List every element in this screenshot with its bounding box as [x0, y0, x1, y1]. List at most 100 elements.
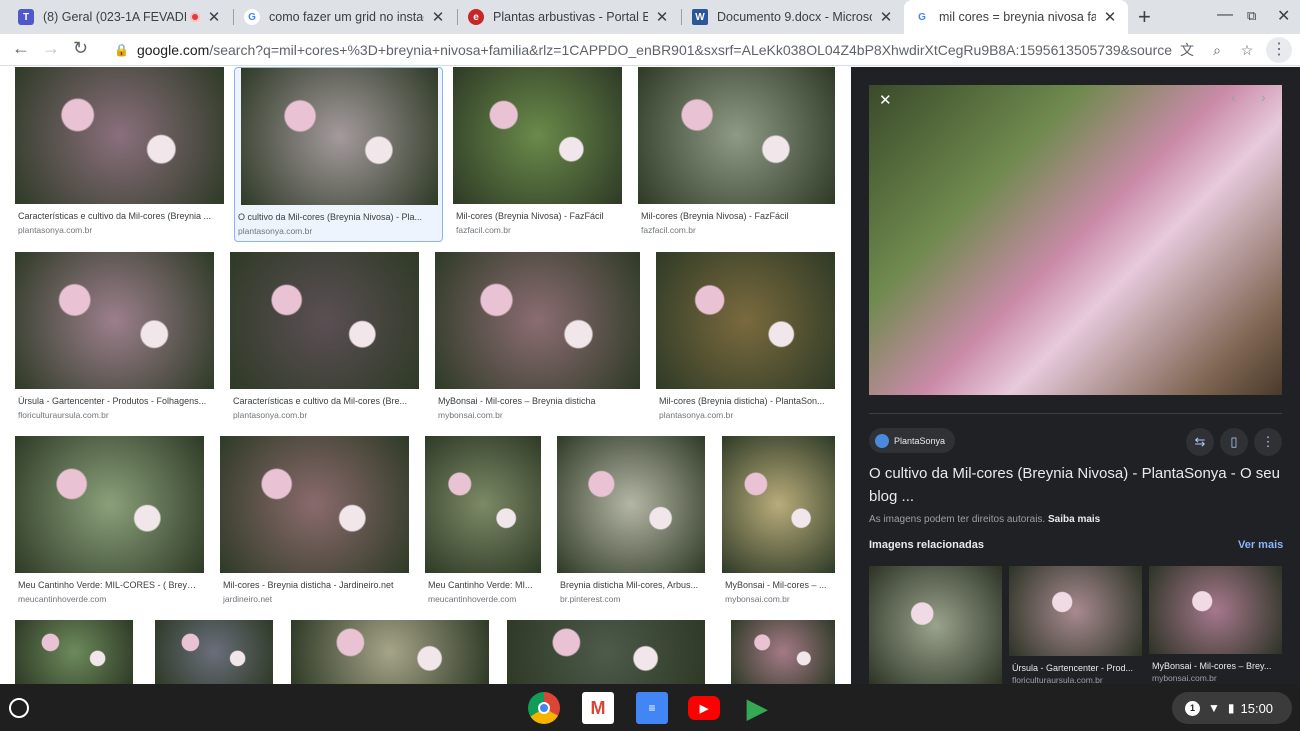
result-title[interactable]: Mil-cores (Breynia Nivosa) - FazFácil	[641, 211, 832, 221]
share-icon[interactable]: ⇆	[1186, 428, 1214, 456]
result-title[interactable]: Mil-cores (Breynia Nivosa) - FazFácil	[456, 211, 619, 221]
forward-icon[interactable]: →	[42, 38, 60, 59]
result-title[interactable]: Características e cultivo da Mil-cores (…	[18, 211, 221, 221]
result-thumbnail[interactable]	[425, 436, 541, 573]
result-thumbnail[interactable]	[155, 620, 273, 684]
related-thumbnail[interactable]	[1009, 566, 1142, 656]
related-image-card[interactable]: MyBonsai - Mil-cores – Brey... mybonsai.c…	[1149, 566, 1282, 684]
close-tab-icon[interactable]: ✕	[1102, 8, 1118, 26]
youtube-icon[interactable]: ▶	[688, 696, 720, 720]
image-result-card[interactable]: Meu Cantinho Verde: MIL-CORES - ( Breyni…	[15, 436, 204, 609]
image-result-card[interactable]: Úrsula - Gartencenter - Produtos - Folha…	[15, 252, 214, 425]
translate-icon[interactable]: 文	[1172, 40, 1202, 60]
image-result-card[interactable]: Características e cultivo da Mil-cores (…	[230, 252, 419, 425]
preview-image[interactable]	[869, 85, 1282, 395]
result-thumbnail[interactable]	[15, 67, 224, 204]
source-chip[interactable]: PlantaSonya	[869, 428, 956, 453]
close-tab-icon[interactable]: ✕	[206, 8, 222, 26]
browser-menu-icon[interactable]: ⋮	[1266, 37, 1292, 63]
related-title[interactable]: MyBonsai - Mil-cores – Brey...	[1152, 661, 1281, 671]
result-thumbnail[interactable]	[241, 68, 438, 205]
result-thumbnail[interactable]	[15, 620, 133, 684]
image-result-card[interactable]: Mil-cores (Breynia Nivosa) - FazFácil faz…	[638, 67, 835, 240]
tab-plantas[interactable]: e Plantas arbustivas - Portal Edu ✕	[458, 0, 680, 34]
related-image-card[interactable]: Úrsula - Gartencenter - Prod... floricult…	[1009, 566, 1142, 684]
result-thumbnail[interactable]	[435, 252, 640, 389]
launcher-icon[interactable]	[9, 698, 29, 718]
next-image-icon[interactable]: ›	[1261, 89, 1266, 105]
related-image-card[interactable]	[869, 566, 1002, 684]
see-more-link[interactable]: Ver mais	[1238, 539, 1283, 551]
result-thumbnail[interactable]	[656, 252, 835, 389]
result-thumbnail[interactable]	[230, 252, 419, 389]
result-thumbnail[interactable]	[638, 67, 835, 204]
related-title[interactable]: Úrsula - Gartencenter - Prod...	[1012, 663, 1141, 673]
preview-title[interactable]: O cultivo da Mil-cores (Breynia Nivosa) …	[869, 462, 1289, 508]
result-thumbnail[interactable]	[220, 436, 409, 573]
result-thumbnail[interactable]	[291, 620, 489, 684]
image-result-card[interactable]: Breynia disticha Mil-cores, Arbus... br.p…	[557, 436, 705, 609]
result-title[interactable]: MyBonsai - Mil-cores – ...	[725, 580, 832, 590]
gmail-icon[interactable]: M	[582, 692, 614, 724]
chrome-icon[interactable]	[528, 692, 560, 724]
restore-icon[interactable]: ⧉	[1247, 8, 1256, 24]
image-result-card[interactable]: Características e cultivo da Mil-cores (…	[15, 67, 224, 240]
bookmark-star-icon[interactable]: ☆	[1232, 42, 1262, 59]
tab-active-search[interactable]: G mil cores = breynia nivosa famil ✕	[904, 0, 1128, 34]
save-bookmark-icon[interactable]: ▯	[1220, 428, 1248, 456]
result-thumbnail[interactable]	[15, 252, 214, 389]
image-result-card[interactable]	[291, 620, 489, 684]
result-title[interactable]: Mil-cores (Breynia disticha) - PlantaSon…	[659, 396, 832, 406]
result-title[interactable]: Meu Cantinho Verde: MI...	[428, 580, 538, 590]
status-tray[interactable]: 1 ▼ ▮ 15:00	[1172, 692, 1292, 724]
previous-image-icon[interactable]: ‹	[1231, 89, 1236, 105]
zoom-icon[interactable]: ⌕	[1202, 42, 1232, 59]
result-title[interactable]: O cultivo da Mil-cores (Breynia Nivosa) …	[238, 212, 441, 222]
more-options-icon[interactable]: ⋮	[1254, 428, 1282, 456]
reload-icon[interactable]: ↻	[73, 38, 88, 59]
docs-icon[interactable]: ≡	[636, 692, 668, 724]
result-title[interactable]: Meu Cantinho Verde: MIL-CORES - ( Breyni…	[18, 580, 201, 590]
image-result-card[interactable]	[15, 620, 133, 684]
result-thumbnail[interactable]	[722, 436, 835, 573]
tab-teams[interactable]: T (8) Geral (023-1A FEVADI | C ✕	[8, 0, 232, 34]
image-result-card[interactable]: O cultivo da Mil-cores (Breynia Nivosa) …	[234, 67, 443, 242]
image-result-card[interactable]: MyBonsai - Mil-cores – ... mybonsai.com.b…	[722, 436, 835, 609]
result-thumbnail[interactable]	[557, 436, 705, 573]
close-preview-icon[interactable]: ✕	[879, 91, 892, 109]
address-bar[interactable]: 🔒 google.com/search?q=mil+cores+%3D+brey…	[104, 36, 1262, 64]
tab-google-grid[interactable]: G como fazer um grid no instagra ✕	[234, 0, 456, 34]
address-url[interactable]: google.com/search?q=mil+cores+%3D+breyni…	[137, 42, 1172, 58]
result-thumbnail[interactable]	[15, 436, 204, 573]
image-result-card[interactable]: Mil-cores (Breynia disticha) - PlantaSon…	[656, 252, 835, 425]
result-thumbnail[interactable]	[731, 620, 835, 684]
result-thumbnail[interactable]	[453, 67, 622, 204]
minimize-icon[interactable]: —	[1217, 6, 1233, 24]
image-result-card[interactable]: Mil-cores - Breynia disticha - Jardineir…	[220, 436, 409, 609]
result-thumbnail[interactable]	[507, 620, 705, 684]
related-thumbnail[interactable]	[1149, 566, 1282, 654]
close-window-icon[interactable]: ✕	[1277, 6, 1290, 26]
close-tab-icon[interactable]: ✕	[654, 8, 670, 26]
close-tab-icon[interactable]: ✕	[878, 8, 894, 26]
result-title[interactable]: MyBonsai - Mil-cores – Breynia disticha	[438, 396, 637, 406]
image-result-card[interactable]: Meu Cantinho Verde: MI... meucantinhoverd…	[425, 436, 541, 609]
image-result-card[interactable]: Mil-cores (Breynia Nivosa) - FazFácil faz…	[453, 67, 622, 240]
notification-badge: 1	[1185, 700, 1200, 716]
image-result-card[interactable]: MyBonsai - Mil-cores – Breynia disticha m…	[435, 252, 640, 425]
image-result-card[interactable]	[155, 620, 273, 684]
result-title[interactable]: Mil-cores - Breynia disticha - Jardineir…	[223, 580, 406, 590]
new-tab-icon[interactable]: +	[1138, 4, 1151, 30]
close-tab-icon[interactable]: ✕	[430, 8, 446, 26]
tab-title: mil cores = breynia nivosa famil	[939, 10, 1096, 24]
image-result-card[interactable]	[731, 620, 835, 684]
related-thumbnail[interactable]	[869, 566, 1002, 684]
result-title[interactable]: Úrsula - Gartencenter - Produtos - Folha…	[18, 396, 211, 406]
tab-word[interactable]: W Documento 9.docx - Microsoft W ✕	[682, 0, 904, 34]
image-result-card[interactable]	[507, 620, 705, 684]
learn-more-link[interactable]: Saiba mais	[1048, 514, 1100, 525]
result-title[interactable]: Características e cultivo da Mil-cores (…	[233, 396, 416, 406]
play-store-icon[interactable]: ▶	[741, 692, 773, 724]
back-icon[interactable]: ←	[12, 38, 30, 59]
result-title[interactable]: Breynia disticha Mil-cores, Arbus...	[560, 580, 702, 590]
